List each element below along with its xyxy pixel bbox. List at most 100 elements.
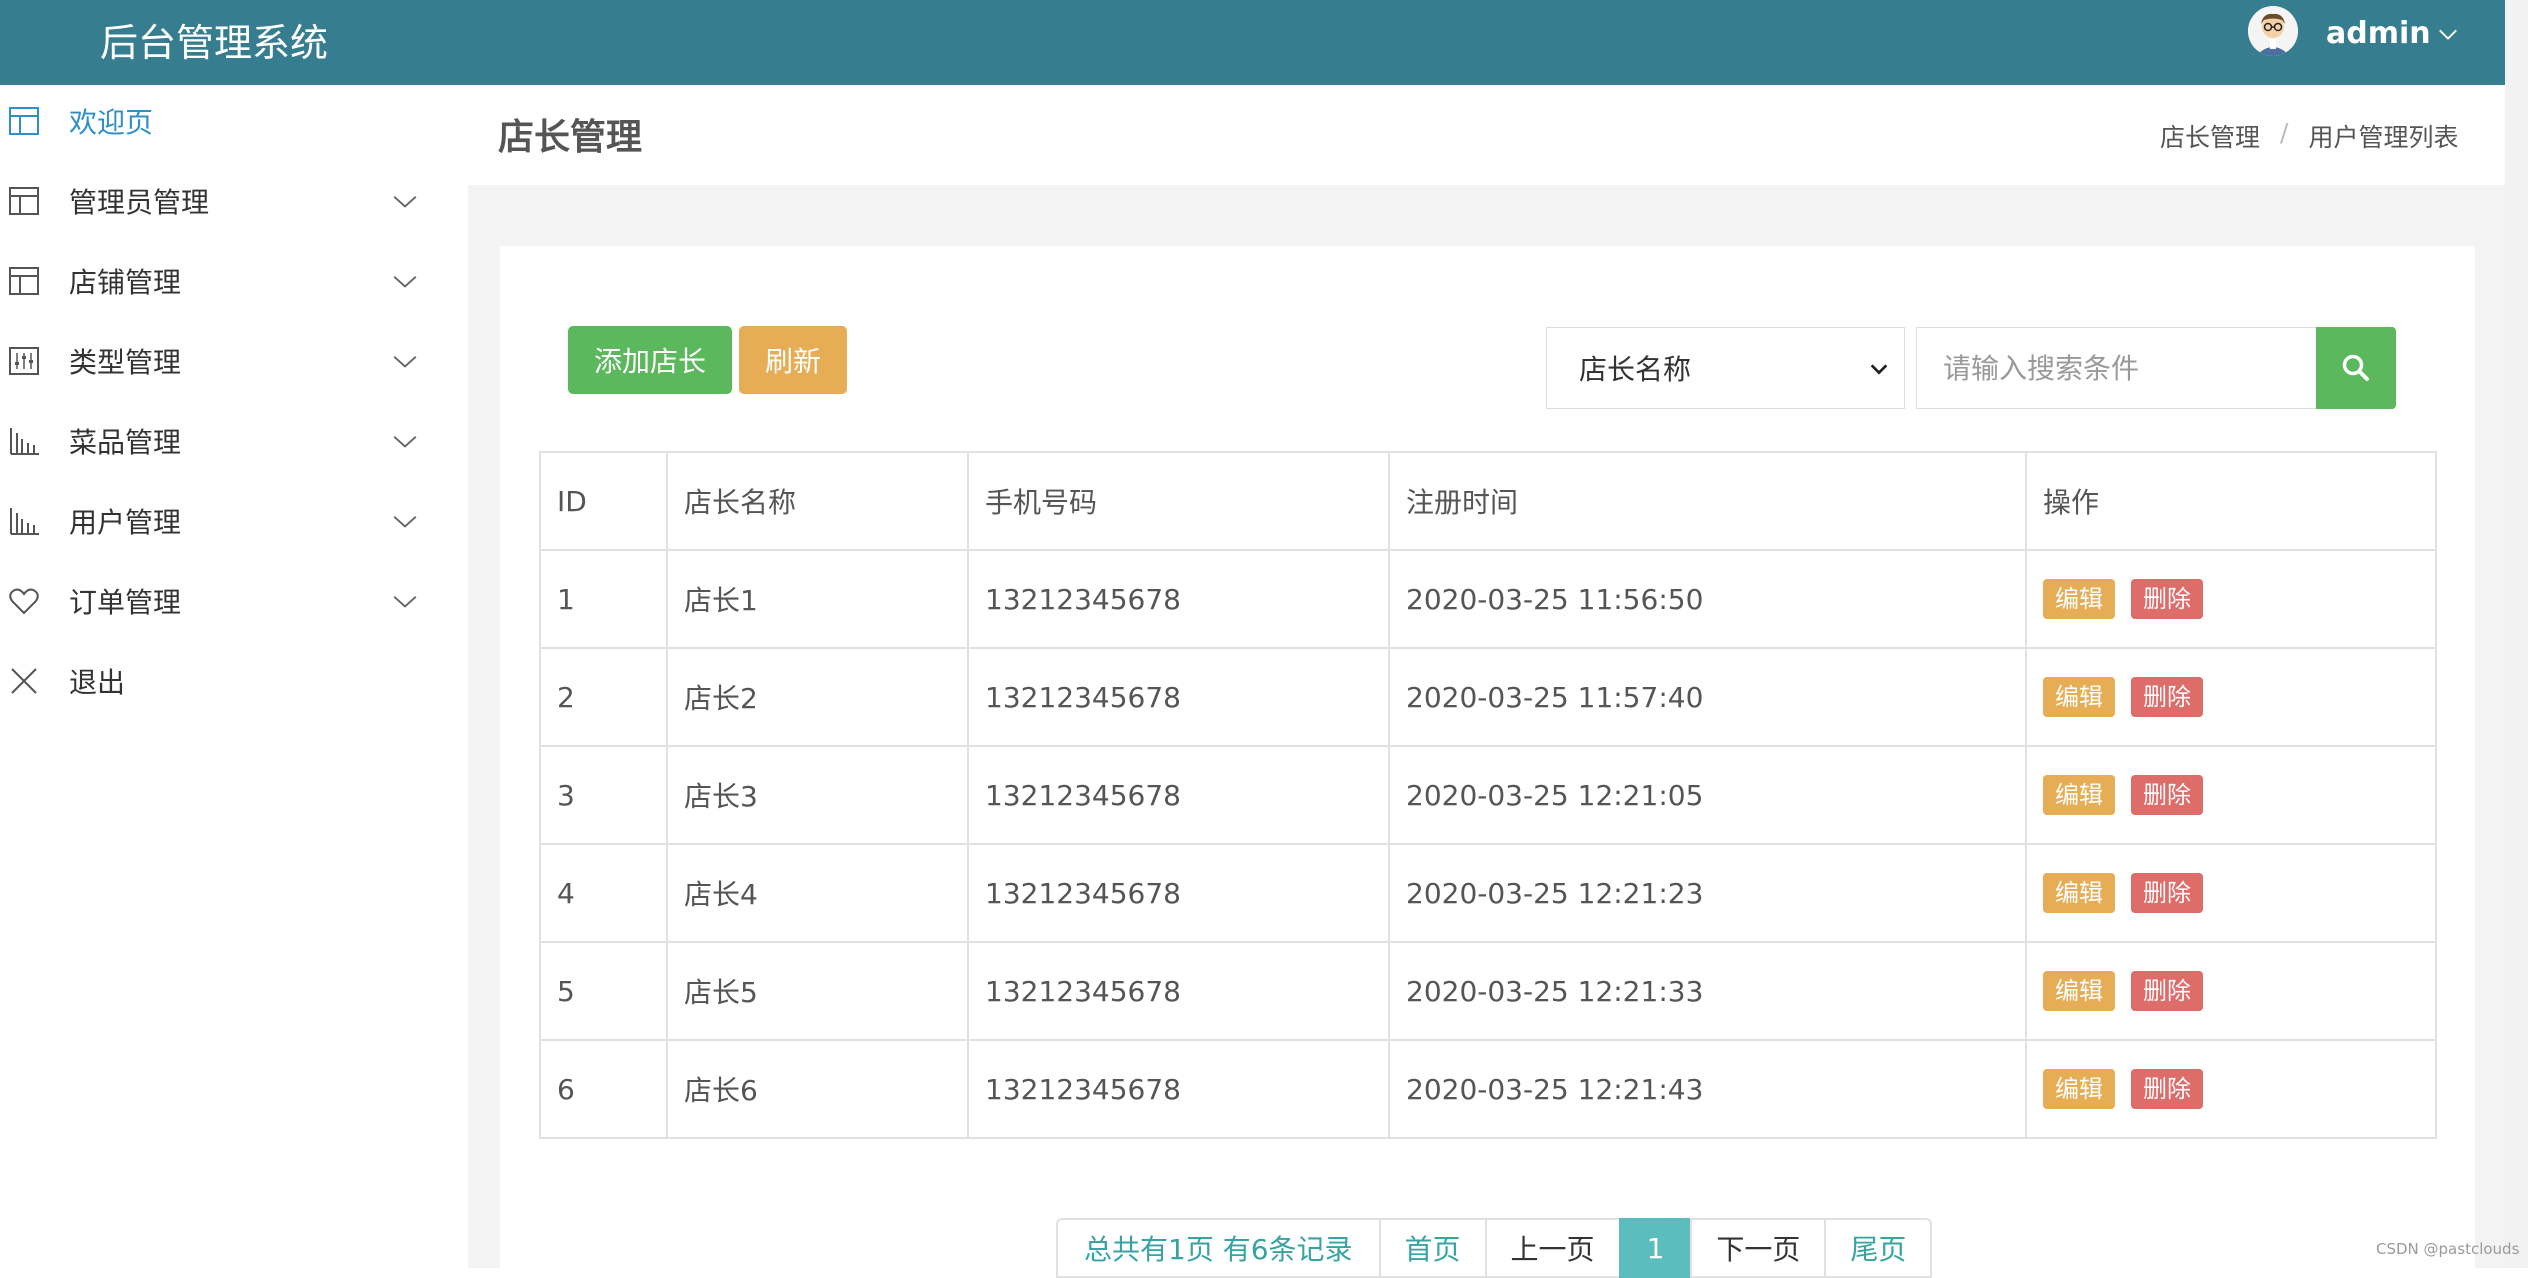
cell-time: 2020-03-25 12:21:43: [1388, 1039, 2027, 1139]
last-page-button[interactable]: 尾页: [1824, 1218, 1933, 1278]
first-page-button[interactable]: 首页: [1378, 1218, 1487, 1278]
cell-phone: 13212345678: [967, 1039, 1390, 1139]
column-header: 注册时间: [1388, 451, 2027, 551]
search-input[interactable]: [1916, 327, 2316, 409]
sidebar-item-user[interactable]: 用户管理: [0, 486, 468, 556]
cell-actions: 编辑 删除: [2025, 843, 2437, 943]
username: admin: [2326, 16, 2431, 51]
table-header-row: ID 店长名称 手机号码 注册时间 操作: [539, 451, 2437, 551]
edit-button[interactable]: 编辑: [2043, 971, 2115, 1011]
cell-phone: 13212345678: [967, 941, 1390, 1041]
cell-time: 2020-03-25 12:21:05: [1388, 745, 2027, 845]
sidebar-item-label: 用户管理: [69, 506, 182, 539]
scrollbar-track[interactable]: [2505, 0, 2528, 1268]
cell-name: 店长6: [666, 1039, 969, 1139]
cell-actions: 编辑 删除: [2025, 1039, 2437, 1139]
edit-button[interactable]: 编辑: [2043, 579, 2115, 619]
search-field-select[interactable]: 店长名称: [1546, 327, 1905, 409]
cell-id: 6: [539, 1039, 668, 1139]
table-row: 5 店长5 13212345678 2020-03-25 12:21:33 编辑…: [539, 941, 2437, 1041]
pagination-summary: 总共有1页 有6条记录: [1056, 1218, 1381, 1278]
cell-actions: 编辑 删除: [2025, 647, 2437, 747]
sidebar-item-label: 订单管理: [69, 586, 182, 619]
cell-phone: 13212345678: [967, 549, 1390, 649]
cell-time: 2020-03-25 12:21:33: [1388, 941, 2027, 1041]
chevron-down-icon: [393, 195, 417, 208]
chevron-down-icon: [393, 515, 417, 528]
sliders-icon: [9, 347, 39, 375]
column-header: 店长名称: [666, 451, 969, 551]
prev-page-button[interactable]: 上一页: [1484, 1218, 1621, 1278]
cell-id: 1: [539, 549, 668, 649]
cell-time: 2020-03-25 11:57:40: [1388, 647, 2027, 747]
table-row: 3 店长3 13212345678 2020-03-25 12:21:05 编辑…: [539, 745, 2437, 845]
sidebar-item-label: 店铺管理: [69, 266, 182, 299]
search-icon: [2342, 354, 2369, 381]
cell-phone: 13212345678: [967, 647, 1390, 747]
bar-chart-icon: [10, 508, 39, 535]
chevron-down-icon: [1870, 364, 1888, 375]
sidebar-item-logout[interactable]: 退出: [0, 646, 468, 716]
sidebar-item-label: 退出: [69, 666, 126, 699]
sidebar-item-admin[interactable]: 管理员管理: [0, 166, 468, 236]
delete-button[interactable]: 删除: [2131, 873, 2203, 913]
edit-button[interactable]: 编辑: [2043, 873, 2115, 913]
sidebar: 欢迎页 管理员管理 店铺管理 类型管理 菜品管理 用户管理 订单管理 退出: [0, 85, 468, 1268]
select-value: 店长名称: [1579, 353, 1692, 386]
breadcrumb-separator: /: [2280, 118, 2289, 147]
sidebar-item-dish[interactable]: 菜品管理: [0, 406, 468, 476]
delete-button[interactable]: 删除: [2131, 775, 2203, 815]
edit-button[interactable]: 编辑: [2043, 677, 2115, 717]
sidebar-item-order[interactable]: 订单管理: [0, 566, 468, 636]
cell-phone: 13212345678: [967, 745, 1390, 845]
user-menu[interactable]: admin: [2326, 16, 2459, 51]
delete-button[interactable]: 删除: [2131, 971, 2203, 1011]
cell-actions: 编辑 删除: [2025, 941, 2437, 1041]
layout-icon: [9, 267, 39, 295]
search-button[interactable]: [2316, 327, 2396, 409]
cell-actions: 编辑 删除: [2025, 549, 2437, 649]
avatar[interactable]: [2248, 6, 2298, 56]
cell-name: 店长3: [666, 745, 969, 845]
breadcrumb-item[interactable]: 店长管理: [2160, 118, 2260, 154]
breadcrumb: 店长管理 / 用户管理列表: [2160, 118, 2458, 154]
column-header: ID: [539, 451, 668, 551]
next-page-button[interactable]: 下一页: [1690, 1218, 1827, 1278]
cell-id: 2: [539, 647, 668, 747]
sidebar-item-type[interactable]: 类型管理: [0, 326, 468, 396]
column-header: 操作: [2025, 451, 2437, 551]
close-icon: [11, 668, 37, 694]
cell-id: 4: [539, 843, 668, 943]
bar-chart-icon: [10, 428, 39, 455]
cell-name: 店长1: [666, 549, 969, 649]
refresh-button[interactable]: 刷新: [739, 326, 847, 394]
delete-button[interactable]: 删除: [2131, 579, 2203, 619]
sidebar-item-shop[interactable]: 店铺管理: [0, 246, 468, 316]
manager-table: ID 店长名称 手机号码 注册时间 操作 1 店长1 13212345678 2…: [539, 451, 2437, 1139]
sidebar-item-welcome[interactable]: 欢迎页: [0, 86, 468, 156]
cell-time: 2020-03-25 12:21:23: [1388, 843, 2027, 943]
sidebar-item-label: 菜品管理: [69, 426, 182, 459]
pagination: 总共有1页 有6条记录 首页 上一页 1 下一页 尾页: [1056, 1218, 1933, 1278]
delete-button[interactable]: 删除: [2131, 677, 2203, 717]
column-header: 手机号码: [967, 451, 1390, 551]
edit-button[interactable]: 编辑: [2043, 1069, 2115, 1109]
add-manager-button[interactable]: 添加店长: [568, 326, 732, 394]
chevron-down-icon: [393, 275, 417, 288]
table-row: 4 店长4 13212345678 2020-03-25 12:21:23 编辑…: [539, 843, 2437, 943]
layout-icon: [9, 107, 39, 135]
sidebar-item-label: 管理员管理: [69, 186, 210, 219]
chevron-down-icon: [393, 355, 417, 368]
delete-button[interactable]: 删除: [2131, 1069, 2203, 1109]
cell-phone: 13212345678: [967, 843, 1390, 943]
cell-actions: 编辑 删除: [2025, 745, 2437, 845]
heart-icon: [9, 588, 39, 615]
cell-name: 店长4: [666, 843, 969, 943]
sidebar-item-label: 类型管理: [69, 346, 182, 379]
sidebar-item-label: 欢迎页: [69, 106, 154, 139]
table-row: 2 店长2 13212345678 2020-03-25 11:57:40 编辑…: [539, 647, 2437, 747]
chevron-down-icon: [393, 595, 417, 608]
app-title: 后台管理系统: [100, 21, 329, 65]
current-page-button[interactable]: 1: [1618, 1218, 1693, 1278]
edit-button[interactable]: 编辑: [2043, 775, 2115, 815]
